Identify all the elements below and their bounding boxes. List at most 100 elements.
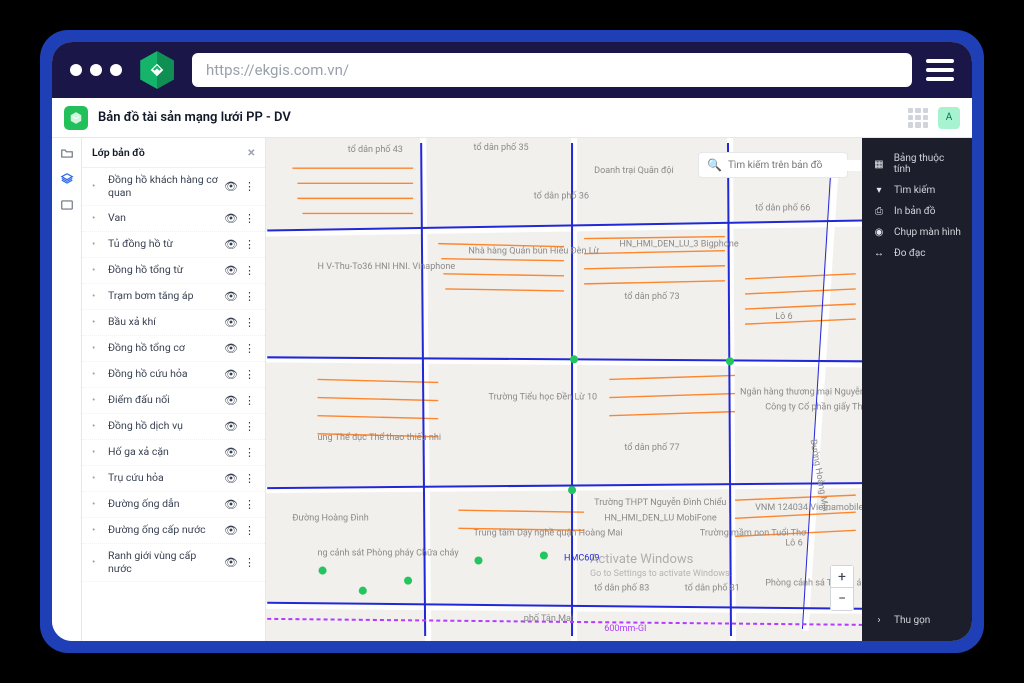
right-panel-label: Tìm kiếm (894, 185, 935, 196)
map-label: ng cảnh sát Phòng pháy Chữa cháy (318, 547, 460, 558)
map-search-box[interactable]: 🔍 (698, 152, 848, 178)
avatar[interactable]: A (938, 107, 960, 129)
layer-item[interactable]: •Tủ đồng hồ từ👁⋮ (82, 232, 265, 258)
visibility-icon[interactable]: 👁 (224, 316, 238, 329)
layer-item[interactable]: • Trạm bơm tăng áp 👁 ⋮ (82, 284, 265, 310)
close-icon[interactable]: × (248, 145, 255, 161)
visibility-icon[interactable]: 👁 (224, 368, 238, 381)
visibility-icon[interactable]: 👁 (224, 212, 238, 225)
layer-item[interactable]: •Đường ống dẫn👁⋮ (82, 492, 265, 518)
hamburger-menu-icon[interactable] (926, 59, 954, 81)
layer-label: Hố ga xả cặn (108, 446, 218, 459)
map-label: Trường mầm non Tuổi Thơ (700, 527, 807, 538)
map-label: Công ty Cổ phần giấy Thăng Long (765, 402, 862, 413)
visibility-icon[interactable]: 👁 (224, 498, 238, 511)
visibility-icon[interactable]: 👁 (224, 264, 238, 277)
more-icon[interactable]: ⋮ (244, 264, 255, 277)
map-canvas[interactable]: tổ dân phố 43 tổ dân phố 35 tổ dân phố 3… (266, 138, 862, 641)
more-icon[interactable]: ⋮ (244, 524, 255, 537)
layers-icon[interactable] (58, 172, 76, 186)
visibility-icon[interactable]: 👁 (224, 524, 238, 537)
layer-item[interactable]: •Bầu xả khí👁⋮ (82, 310, 265, 336)
dot (110, 64, 122, 76)
more-icon[interactable]: ⋮ (244, 446, 255, 459)
page-header: Bản đồ tài sản mạng lưới PP - DV A (52, 98, 972, 138)
layer-symbol-icon: • (92, 181, 102, 192)
map-label: ung Thể dục Thể thao thiếu nhi (318, 432, 442, 443)
layer-item[interactable]: •Đường ống cấp nước👁⋮ (82, 518, 265, 544)
collapse-label: Thu gọn (894, 615, 930, 626)
more-icon[interactable]: ⋮ (244, 472, 255, 485)
more-icon[interactable]: ⋮ (244, 556, 255, 569)
layer-item[interactable]: •Hố ga xả cặn👁⋮ (82, 440, 265, 466)
layer-label: Đồng hồ cứu hỏa (108, 368, 218, 381)
browser-chrome: https://ekgis.com.vn/ (52, 42, 972, 98)
map-label: Trường Tiểu học Đền Lừ 10 (489, 392, 598, 403)
layer-item[interactable]: •Đồng hồ tổng từ👁⋮ (82, 258, 265, 284)
visibility-icon[interactable]: 👁 (224, 420, 238, 433)
layer-label: Ranh giới vùng cấp nước (108, 550, 218, 575)
layer-symbol-icon: • (92, 557, 102, 568)
more-icon[interactable]: ⋮ (244, 290, 255, 303)
filter-icon: ▾ (872, 185, 886, 196)
right-panel-item[interactable]: ◉ Chụp màn hình (862, 222, 972, 243)
window-dots (70, 64, 122, 76)
layer-symbol-icon: • (92, 343, 102, 354)
search-icon: 🔍 (707, 158, 722, 172)
print-icon: ⎙ (872, 206, 886, 217)
camera-icon: ◉ (872, 227, 886, 238)
layer-item[interactable]: • Ranh giới vùng cấp nước 👁 ⋮ (82, 544, 265, 582)
layer-item[interactable]: •Điểm đấu nối👁⋮ (82, 388, 265, 414)
visibility-icon[interactable]: 👁 (224, 446, 238, 459)
collapse-panel-button[interactable]: › Thu gọn (862, 610, 972, 631)
more-icon[interactable]: ⋮ (244, 498, 255, 511)
zoom-out-button[interactable]: − (831, 588, 853, 610)
apps-grid-icon[interactable] (908, 108, 928, 128)
layer-item[interactable]: •Đồng hồ dịch vụ👁⋮ (82, 414, 265, 440)
more-icon[interactable]: ⋮ (244, 368, 255, 381)
right-panel-item[interactable]: ⎙In bản đồ (862, 201, 972, 222)
layer-item[interactable]: •Trụ cứu hỏa👁⋮ (82, 466, 265, 492)
right-panel-item[interactable]: ▾ Tìm kiếm (862, 180, 972, 201)
more-icon[interactable]: ⋮ (244, 420, 255, 433)
layer-item[interactable]: •Đồng hồ cứu hỏa👁⋮ (82, 362, 265, 388)
visibility-icon[interactable]: 👁 (224, 238, 238, 251)
map-search-input[interactable] (728, 160, 861, 171)
right-panel-item[interactable]: ▦ Bảng thuộc tính (862, 148, 972, 180)
map-label: tổ dân phố 35 (473, 142, 528, 153)
visibility-icon[interactable]: 👁 (224, 290, 238, 303)
layer-symbol-icon: • (92, 499, 102, 510)
legend-icon[interactable] (58, 198, 76, 212)
layer-label: Đồng hồ khách hàng cơ quan (108, 174, 218, 199)
map-label: HN_HMI_DEN_LU_3 Bigphone (619, 240, 739, 250)
more-icon[interactable]: ⋮ (244, 342, 255, 355)
chevron-right-icon: › (872, 615, 886, 626)
right-panel-label: Chụp màn hình (894, 227, 961, 238)
layer-label: Đường ống cấp nước (108, 524, 218, 537)
map-label: tổ dân phố 36 (534, 190, 589, 201)
table-icon: ▦ (872, 159, 886, 170)
layer-item[interactable]: •Đồng hồ tổng cơ👁⋮ (82, 336, 265, 362)
right-panel-label: Bảng thuộc tính (894, 153, 962, 175)
map-label: Lô 6 (775, 312, 792, 322)
more-icon[interactable]: ⋮ (244, 180, 255, 193)
layer-item[interactable]: •Van👁⋮ (82, 206, 265, 232)
visibility-icon[interactable]: 👁 (224, 342, 238, 355)
zoom-in-button[interactable]: + (831, 566, 853, 588)
visibility-icon[interactable]: 👁 (224, 394, 238, 407)
visibility-icon[interactable]: 👁 (224, 180, 238, 193)
right-panel-item[interactable]: ↔Đo đạc (862, 243, 972, 264)
more-icon[interactable]: ⋮ (244, 316, 255, 329)
more-icon[interactable]: ⋮ (244, 394, 255, 407)
map-label: tổ dân phố 66 (755, 202, 810, 213)
url-bar[interactable]: https://ekgis.com.vn/ (192, 53, 912, 87)
visibility-icon[interactable]: 👁 (224, 556, 238, 569)
more-icon[interactable]: ⋮ (244, 238, 255, 251)
folder-icon[interactable] (58, 146, 76, 160)
more-icon[interactable]: ⋮ (244, 212, 255, 225)
layer-symbol-icon: • (92, 265, 102, 276)
layer-item[interactable]: • Đồng hồ khách hàng cơ quan 👁 ⋮ (82, 168, 265, 206)
layer-symbol-icon: • (92, 291, 102, 302)
layer-label: Trạm bơm tăng áp (108, 290, 218, 303)
visibility-icon[interactable]: 👁 (224, 472, 238, 485)
